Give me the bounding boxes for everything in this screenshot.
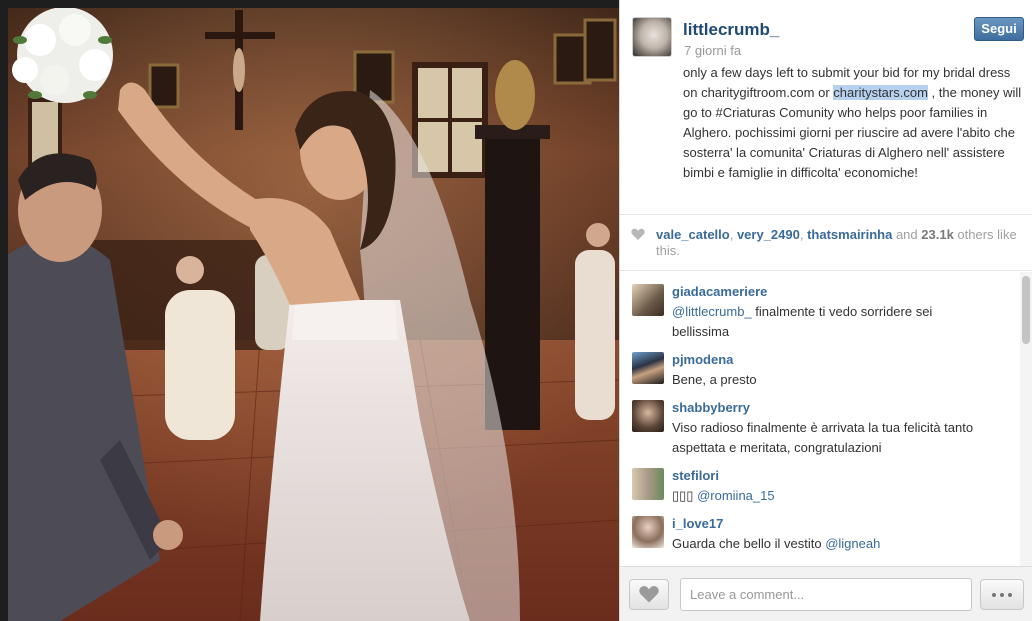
commenter-username[interactable]: i_love17	[672, 516, 723, 531]
liker-link[interactable]: vale_catello	[656, 227, 730, 242]
commenter-avatar[interactable]	[632, 400, 664, 432]
comment-footer	[620, 566, 1032, 621]
photo-border-top	[0, 0, 619, 8]
author-avatar[interactable]	[632, 17, 672, 57]
photo-border-left	[0, 0, 8, 621]
liker-link[interactable]: very_2490	[737, 227, 800, 242]
comment-text: Guarda che bello il vestito @ligneah	[672, 534, 992, 554]
comment-mention[interactable]: @littlecrumb_	[672, 304, 752, 319]
caption-link-highlighted[interactable]: charitystars.com	[833, 85, 928, 100]
commenter-avatar[interactable]	[632, 516, 664, 548]
likes-separator: ,	[799, 227, 808, 242]
post-side-panel: littlecrumb_ 7 giorni fa Segui only a fe…	[619, 0, 1032, 621]
more-options-button[interactable]	[980, 579, 1024, 610]
commenter-avatar[interactable]	[632, 284, 664, 316]
comment-emoji-placeholder: ▯▯▯	[672, 488, 698, 503]
post-photo[interactable]	[0, 0, 619, 621]
likes-count[interactable]: 23.1k	[921, 227, 954, 242]
comments-list: giadacameriere @littlecrumb_ finalmente …	[620, 272, 1020, 566]
commenter-username[interactable]: pjmodena	[672, 352, 733, 367]
comment-mention[interactable]: @romiina_15	[697, 488, 775, 503]
ellipsis-icon	[1008, 592, 1012, 597]
heart-icon	[631, 228, 645, 240]
commenter-avatar[interactable]	[632, 468, 664, 500]
comment-mention[interactable]: @ligneah	[825, 536, 880, 551]
follow-button[interactable]: Segui	[974, 17, 1024, 41]
ellipsis-icon	[1000, 592, 1004, 597]
likes-and: and	[892, 227, 922, 242]
comment-text: @littlecrumb_ finalmente ti vedo sorride…	[672, 302, 992, 342]
like-button[interactable]	[629, 579, 669, 610]
post-caption: only a few days left to submit your bid …	[683, 63, 1023, 183]
commenter-avatar[interactable]	[632, 352, 664, 384]
author-username[interactable]: littlecrumb_	[683, 20, 779, 40]
liker-link[interactable]: thatsmairinha	[807, 227, 892, 242]
commenter-username[interactable]: giadacameriere	[672, 284, 767, 299]
likes-summary: vale_catello, very_2490, thatsmairinha a…	[656, 227, 1026, 259]
post-header: littlecrumb_ 7 giorni fa Segui only a fe…	[620, 0, 1032, 215]
comment-text: Viso radioso finalmente è arrivata la tu…	[672, 420, 974, 455]
comment-input[interactable]	[680, 578, 972, 611]
comments-scrollbar-thumb[interactable]	[1022, 276, 1030, 344]
commenter-username[interactable]: shabbyberry	[672, 400, 750, 415]
ellipsis-icon	[992, 592, 996, 597]
comment-body: Guarda che bello il vestito	[672, 536, 826, 551]
commenter-username[interactable]: stefilori	[672, 468, 719, 483]
comment-text: ▯▯▯ @romiina_15	[672, 486, 992, 506]
wedding-photo-illustration	[0, 0, 619, 621]
comment-text: Bene, a presto	[672, 372, 757, 387]
heart-icon	[639, 586, 659, 603]
likes-separator: ,	[729, 227, 737, 242]
post-timestamp[interactable]: 7 giorni fa	[684, 43, 741, 58]
